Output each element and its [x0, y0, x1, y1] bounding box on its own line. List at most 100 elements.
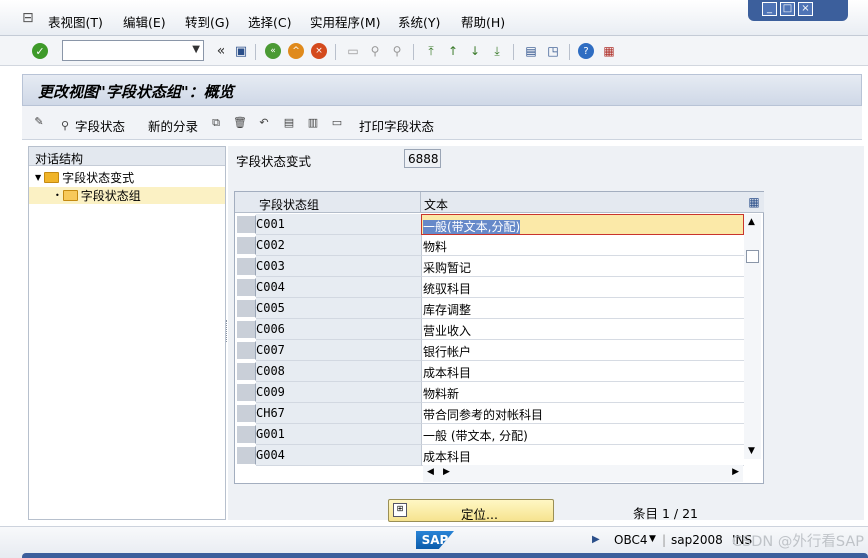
cell-text-input[interactable]: 物料 [421, 235, 744, 256]
row-selector[interactable] [236, 236, 256, 255]
row-selector[interactable] [236, 257, 256, 276]
delete-icon[interactable]: 🗑 [233, 116, 247, 130]
new-session-icon[interactable]: ▤ [522, 42, 540, 60]
menu-edit[interactable]: 编辑(E) [123, 12, 166, 31]
scroll-up-icon[interactable]: ▲ [748, 217, 755, 227]
enter-check-icon[interactable]: ✓ [32, 43, 48, 59]
copy-icon[interactable]: ⧉ [209, 116, 223, 130]
command-field[interactable]: ▼ [62, 40, 204, 61]
cell-text-input[interactable]: 物料新 [421, 382, 744, 403]
cell-text-input[interactable]: 一般 (带文本, 分配) [421, 424, 744, 445]
scroll-thumb[interactable] [746, 250, 759, 263]
row-selector[interactable] [236, 215, 256, 234]
tree-node-variant[interactable]: ▼ 字段状态变式 [35, 169, 134, 186]
cell-group-key: C008 [256, 361, 421, 382]
menu-help[interactable]: 帮助(H) [461, 12, 505, 31]
cell-text-value: 成本科目 [423, 450, 472, 464]
cell-text-value: 采购暂记 [423, 261, 472, 275]
row-selector[interactable] [236, 320, 256, 339]
open-folder-icon [62, 190, 78, 201]
system-dropdown-icon[interactable]: ▼ [649, 534, 656, 544]
maximize-button[interactable]: □ [780, 2, 795, 16]
tree-node-group[interactable]: • 字段状态组 [29, 187, 225, 204]
close-button[interactable]: × [798, 2, 813, 16]
exit-icon[interactable]: ^ [288, 43, 304, 59]
menu-system[interactable]: 系统(Y) [398, 12, 440, 31]
row-selector[interactable] [236, 404, 256, 423]
row-selector[interactable] [236, 446, 256, 465]
variant-value: 6888 [404, 149, 441, 168]
chevron-down-icon[interactable]: ▼ [192, 44, 200, 55]
next-page-icon[interactable]: ↓ [466, 42, 484, 60]
save-icon[interactable]: ▣ [232, 42, 250, 60]
new-entries-button[interactable]: 新的分录 [148, 116, 198, 135]
cell-text-value: 成本科目 [423, 366, 472, 380]
tree-expand-icon[interactable]: ▼ [35, 173, 41, 182]
cell-text-input[interactable]: 一般(带文本,分配) [421, 214, 744, 235]
row-selector[interactable] [236, 383, 256, 402]
cell-text-input[interactable]: 银行帐户 [421, 340, 744, 361]
menu-goto[interactable]: 转到(G) [185, 12, 229, 31]
scroll-right-end-icon[interactable]: ▶ [732, 467, 739, 477]
menu-table-view[interactable]: 表视图(T) [48, 12, 103, 31]
nav-arrows-icon[interactable]: « [212, 42, 230, 60]
cell-text-input[interactable]: 带合同参考的对帐科目 [421, 403, 744, 424]
cell-text-input[interactable]: 成本科目 [421, 361, 744, 382]
print-icon[interactable]: ▭ [344, 42, 362, 60]
cell-text-value: 物料 [423, 240, 448, 254]
cell-text-value: 银行帐户 [423, 345, 472, 359]
horizontal-scrollbar[interactable]: ◀ ▶ ▶ [423, 465, 743, 482]
column-header-group[interactable]: 字段状态组 [256, 192, 421, 213]
cell-text-input[interactable]: 库存调整 [421, 298, 744, 319]
cancel-icon[interactable]: × [311, 43, 327, 59]
menu-bar: ⊟ 表视图(T) 编辑(E) 转到(G) 选择(C) 实用程序(M) 系统(Y)… [0, 0, 868, 36]
previous-page-icon[interactable]: ↑ [444, 42, 462, 60]
cell-text-value: 库存调整 [423, 303, 472, 317]
cell-text-input[interactable]: 成本科目 [421, 445, 744, 466]
back-icon[interactable]: « [265, 43, 281, 59]
find-next-icon[interactable]: ⚲ [388, 42, 406, 60]
row-selector[interactable] [236, 362, 256, 381]
customize-layout-icon[interactable]: ▦ [600, 42, 618, 60]
row-selector-header[interactable] [235, 192, 256, 213]
print-field-status-button[interactable]: 打印字段状态 [359, 116, 434, 135]
deselect-all-icon[interactable]: ▭ [330, 116, 344, 130]
select-all-icon[interactable]: ▤ [282, 116, 296, 130]
vertical-scrollbar[interactable]: ▲ ▼ [744, 214, 761, 459]
cell-text-input[interactable]: 营业收入 [421, 319, 744, 340]
scroll-down-icon[interactable]: ▼ [748, 446, 755, 456]
find-icon[interactable]: ⚲ [366, 42, 384, 60]
scroll-left-icon[interactable]: ◀ [427, 467, 434, 477]
cell-group-key: G004 [256, 445, 421, 466]
column-header-text[interactable]: 文本 [421, 192, 744, 213]
position-button[interactable]: ⊞ 定位... [388, 499, 554, 522]
last-page-icon[interactable]: ⤓ [488, 42, 506, 60]
sap-menu-icon[interactable]: ⊟ [22, 10, 34, 26]
menu-selection[interactable]: 选择(C) [248, 12, 291, 31]
table-settings-icon[interactable]: ▦ [744, 192, 764, 213]
row-selector[interactable] [236, 299, 256, 318]
menu-utilities[interactable]: 实用程序(M) [310, 12, 381, 31]
help-icon[interactable]: ? [578, 43, 594, 59]
cell-text-value: 一般(带文本,分配) [423, 220, 521, 234]
cell-group-key: C005 [256, 298, 421, 319]
field-status-button[interactable]: ⚲ 字段状态 [58, 116, 125, 135]
window-controls: _ □ × [748, 0, 848, 21]
display-change-icon[interactable]: ✎ [32, 115, 46, 129]
cell-text-input[interactable]: 统驭科目 [421, 277, 744, 298]
row-selector[interactable] [236, 278, 256, 297]
minimize-button[interactable]: _ [762, 2, 777, 16]
undo-icon[interactable]: ↶ [257, 116, 271, 130]
shortcut-icon[interactable]: ◳ [544, 42, 562, 60]
cell-text-value: 带合同参考的对帐科目 [423, 408, 544, 422]
status-expand-icon[interactable]: ▶ [592, 534, 600, 545]
row-selector[interactable] [236, 341, 256, 360]
cell-text-input[interactable]: 采购暂记 [421, 256, 744, 277]
cell-text-value: 物料新 [423, 387, 460, 401]
row-selector[interactable] [236, 425, 256, 444]
scroll-right-icon[interactable]: ▶ [443, 467, 450, 477]
dialog-structure-header: 对话结构 [29, 147, 225, 166]
cell-group-key: C002 [256, 235, 421, 256]
select-block-icon[interactable]: ▥ [306, 116, 320, 130]
first-page-icon[interactable]: ⤒ [422, 42, 440, 60]
